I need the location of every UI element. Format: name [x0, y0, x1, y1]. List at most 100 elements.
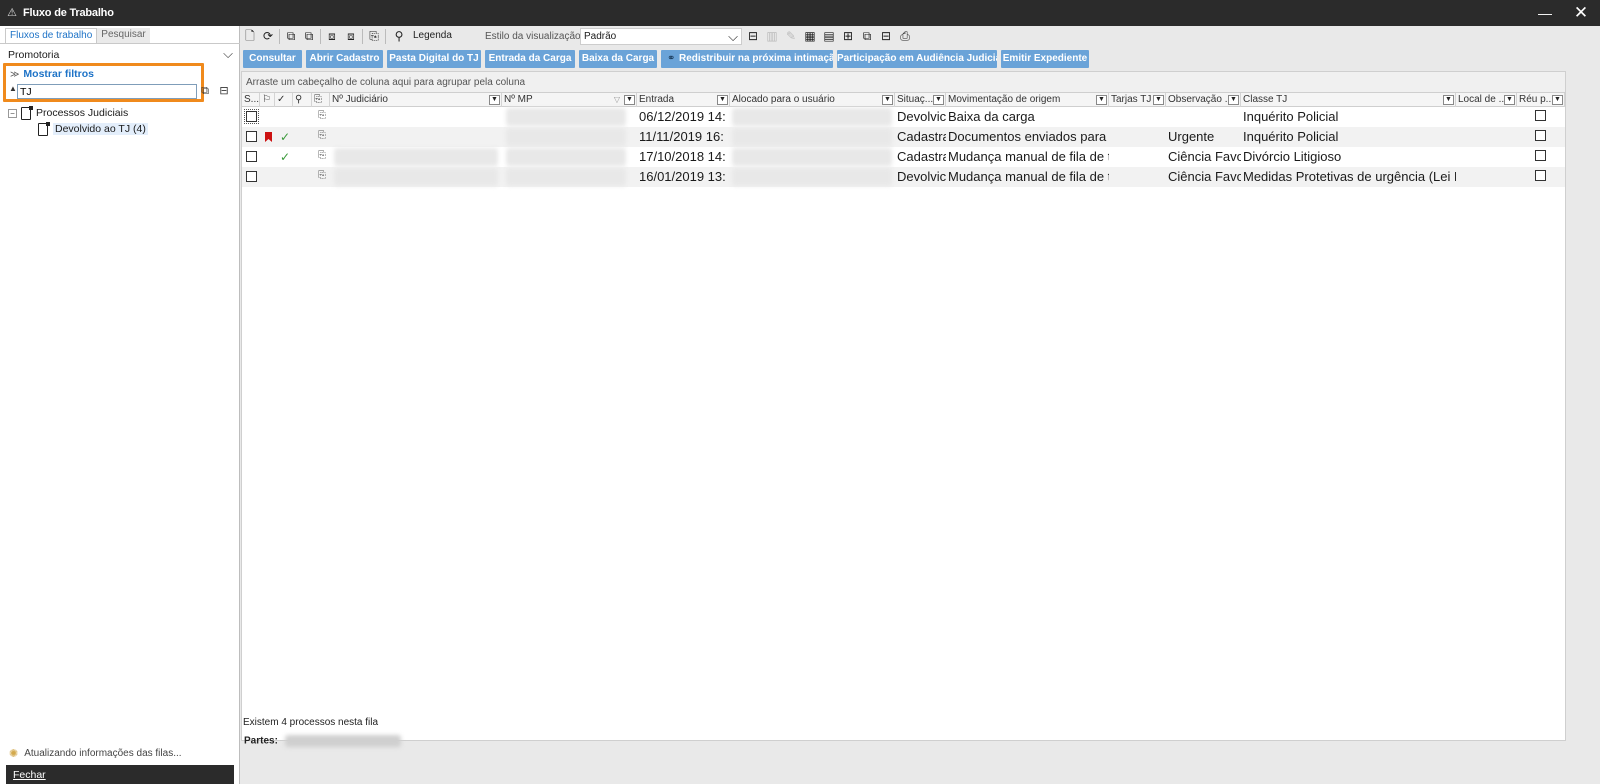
column-header-tag[interactable]: ⚲	[293, 93, 312, 107]
excel-icon[interactable]: ▦	[803, 29, 817, 43]
cell-movimentacao: Mudança manual de fila de t	[948, 149, 1109, 164]
report-icon[interactable]: ▤	[822, 29, 836, 43]
filter-dropdown-icon[interactable]: ▼	[717, 95, 728, 105]
cell-entrada: 17/10/2018 14:	[639, 149, 726, 164]
column-header-entrada[interactable]: Entrada ▼	[637, 93, 730, 107]
filter-dropdown-icon[interactable]: ▼	[933, 95, 944, 105]
document-icon	[38, 121, 50, 136]
column-header-local[interactable]: Local de ... ▼	[1456, 93, 1517, 107]
layout-icon[interactable]: ⊞	[841, 29, 855, 43]
tree-node-processos-judiciais[interactable]: − Processos Judiciais	[8, 105, 148, 121]
close-icon[interactable]: ✕	[1564, 0, 1598, 26]
paperclip-icon[interactable]: ⎘	[318, 110, 326, 121]
filter-dropdown-icon[interactable]: ▼	[1552, 95, 1563, 105]
column-header-classe[interactable]: Classe TJ ▼	[1241, 93, 1456, 107]
filter-dropdown-icon[interactable]: ▼	[882, 95, 893, 105]
row-select-checkbox[interactable]	[244, 109, 259, 124]
column-header-reu-preso[interactable]: Réu p... ▼	[1517, 93, 1565, 107]
copy-icon[interactable]: ⧉	[284, 29, 298, 43]
column-header-alocado[interactable]: Alocado para o usuário ▼	[730, 93, 895, 107]
column-header-movimentacao[interactable]: Movimentação de origem ▼	[946, 93, 1109, 107]
close-button[interactable]: Fechar	[6, 765, 234, 784]
column-header-label: Nº Judiciário	[332, 94, 388, 105]
abrir-cadastro-button[interactable]: Abrir Cadastro	[306, 50, 383, 68]
columns-icon[interactable]: ⊟	[879, 29, 893, 43]
edit-view-icon: ✎	[785, 29, 797, 43]
column-header-n-mp[interactable]: Nº MP ▽ ▼	[502, 93, 637, 107]
reu-preso-checkbox[interactable]	[1535, 110, 1546, 121]
tab-pesquisar[interactable]: Pesquisar	[97, 28, 150, 43]
cell-entrada: 06/12/2019 14:	[639, 109, 726, 124]
transfer-icon[interactable]: ⧈	[344, 29, 358, 43]
column-header-situacao[interactable]: Situaç... ▼	[895, 93, 946, 107]
export-icon[interactable]: ⎘	[367, 29, 381, 43]
tree-node-devolvido-ao-tj[interactable]: Devolvido ao TJ (4)	[38, 121, 148, 137]
consultar-button[interactable]: Consultar	[243, 50, 302, 68]
pasta-digital-button[interactable]: Pasta Digital do TJ	[387, 50, 481, 68]
filter-dropdown-icon[interactable]: ▼	[1228, 95, 1239, 105]
legend-label[interactable]: Legenda	[413, 30, 452, 41]
column-header-label: Movimentação de origem	[948, 94, 1061, 105]
baixa-carga-button[interactable]: Baixa da Carga	[579, 50, 657, 68]
new-document-icon[interactable]: 🗋	[243, 29, 257, 43]
chevron-down-icon: ⌵	[728, 29, 738, 44]
reu-preso-checkbox[interactable]	[1535, 130, 1546, 141]
column-header-observacao[interactable]: Observação ... ▼	[1166, 93, 1241, 107]
left-tabs: Fluxos de trabalho Pesquisar	[5, 28, 150, 44]
participacao-audiencia-button[interactable]: Participação em Audiência Judicial	[837, 50, 997, 68]
cell-observacao: Urgente	[1168, 129, 1215, 144]
legend-icon[interactable]: ⚲	[392, 29, 406, 43]
column-header-flag[interactable]: ⚐	[260, 93, 275, 107]
table-row[interactable]: ⎘ 16/01/2019 13: Devolvic Mudança manual…	[242, 167, 1565, 187]
column-header-tarjas[interactable]: Tarjas TJ ▼	[1109, 93, 1166, 107]
table-row[interactable]: ✓ ⎘ 17/10/2018 14: Cadastra Mudança manu…	[242, 147, 1565, 167]
paperclip-icon[interactable]: ⎘	[318, 150, 326, 161]
row-select-checkbox[interactable]	[246, 171, 257, 182]
sort-up-icon[interactable]: ▲	[9, 84, 17, 93]
cell-movimentacao: Mudança manual de fila de t	[948, 169, 1109, 184]
expand-tree-icon[interactable]: ⧉	[198, 84, 212, 98]
cell-movimentacao: Documentos enviados para a	[948, 129, 1109, 144]
tree-view-icon[interactable]: ⧉	[860, 29, 874, 43]
filter-dropdown-icon[interactable]: ▼	[489, 95, 500, 105]
show-filters-link[interactable]: ≫ Mostrar filtros	[10, 68, 94, 80]
collapse-tree-icon[interactable]: ⊟	[217, 84, 231, 98]
toolbar-separator	[279, 29, 280, 44]
collapse-icon[interactable]: −	[8, 108, 17, 118]
workflow-select[interactable]: Promotoria ⌵	[4, 46, 236, 63]
filter-dropdown-icon[interactable]: ▼	[1153, 95, 1164, 105]
group-by-panel[interactable]: Arraste um cabeçalho de coluna aqui para…	[242, 72, 1565, 92]
column-header-n-judiciario[interactable]: Nº Judiciário ▼	[330, 93, 502, 107]
row-select-checkbox[interactable]	[246, 151, 257, 162]
cell-observacao: Ciência Favor	[1168, 149, 1241, 164]
table-row[interactable]: ⎘ 06/12/2019 14: Devolvic Baixa da carga…	[242, 107, 1565, 127]
paperclip-icon[interactable]: ⎘	[318, 130, 326, 141]
delete-view-icon: ▥	[766, 29, 778, 43]
minimize-icon[interactable]: —	[1528, 0, 1562, 26]
window-title: Fluxo de Trabalho	[23, 7, 114, 19]
move-icon[interactable]: ⧈	[325, 29, 339, 43]
duplicate-icon[interactable]: ⧉	[302, 29, 316, 43]
filter-dropdown-icon[interactable]: ▼	[1443, 95, 1454, 105]
filter-input[interactable]	[17, 84, 197, 99]
save-view-icon[interactable]: ⊟	[746, 29, 760, 43]
row-select-checkbox[interactable]	[246, 131, 257, 142]
tab-fluxos-de-trabalho[interactable]: Fluxos de trabalho	[5, 28, 98, 43]
view-style-select[interactable]: Padrão ⌵	[580, 28, 742, 45]
column-header-check[interactable]: ✓	[275, 93, 293, 107]
refresh-icon[interactable]: ⟳	[261, 29, 275, 43]
filter-dropdown-icon[interactable]: ▼	[624, 95, 635, 105]
table-row[interactable]: ✓ ⎘ 11/11/2019 16: Cadastra Documentos e…	[242, 127, 1565, 147]
redistribuir-button[interactable]: ⚭ Redistribuir na próxima intimação	[661, 50, 833, 68]
filter-dropdown-icon[interactable]: ▼	[1096, 95, 1107, 105]
paperclip-icon[interactable]: ⎘	[318, 170, 326, 181]
column-header-status[interactable]: S...	[242, 93, 260, 107]
reu-preso-checkbox[interactable]	[1535, 170, 1546, 181]
check-icon: ✓	[280, 130, 291, 144]
emitir-expediente-button[interactable]: Emitir Expediente	[1001, 50, 1089, 68]
column-header-attachment[interactable]: ⎘	[312, 93, 330, 107]
reu-preso-checkbox[interactable]	[1535, 150, 1546, 161]
entrada-carga-button[interactable]: Entrada da Carga	[485, 50, 575, 68]
print-icon[interactable]: ⎙	[898, 29, 912, 43]
filter-dropdown-icon[interactable]: ▼	[1504, 95, 1515, 105]
